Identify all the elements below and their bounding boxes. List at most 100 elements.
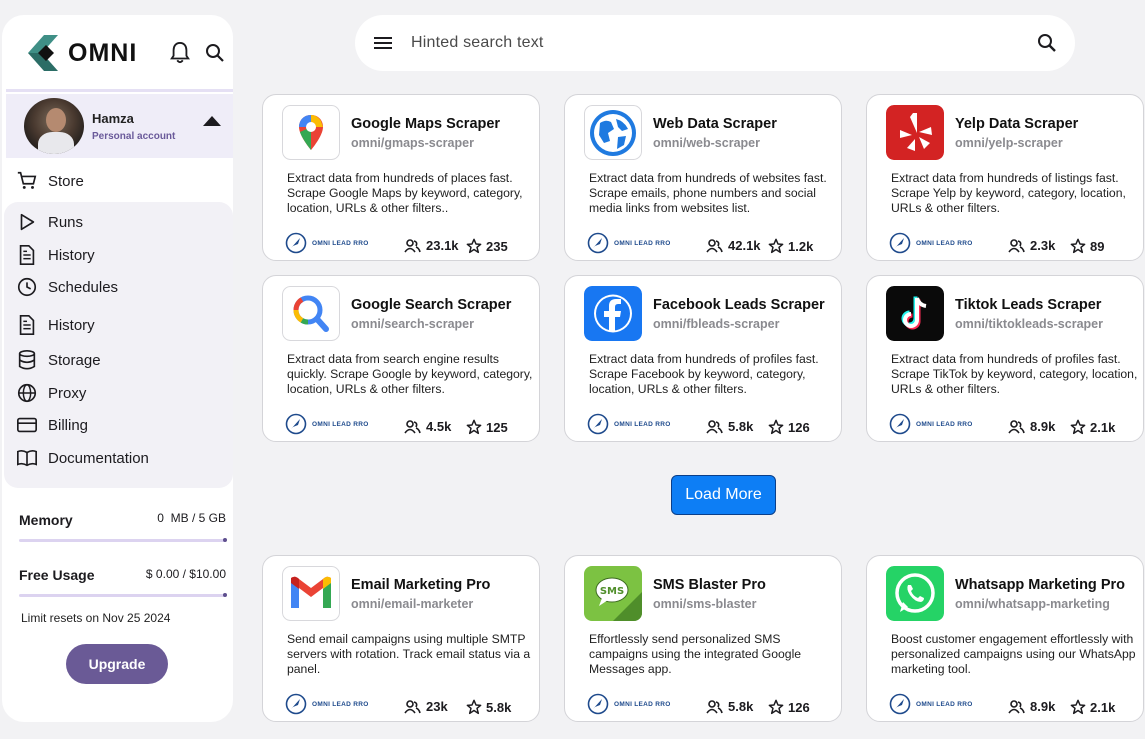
search-bar[interactable]: Hinted search text xyxy=(355,15,1075,71)
upgrade-button[interactable]: Upgrade xyxy=(66,644,168,684)
users-icon xyxy=(706,238,723,252)
scraper-card-fbleads-scraper[interactable]: Facebook Leads Scraper omni/fbleads-scra… xyxy=(564,275,842,442)
caret-up-icon[interactable] xyxy=(203,116,221,126)
sidebar-item-label: Storage xyxy=(48,351,101,369)
star-icon xyxy=(768,699,784,715)
users-count: 8.9k xyxy=(1008,419,1055,434)
rocket-badge-icon xyxy=(587,693,609,715)
stars-count: 89 xyxy=(1070,238,1104,254)
account-switcher[interactable]: Hamza Personal account xyxy=(6,94,233,158)
sidebar-item-label: Billing xyxy=(48,416,89,434)
sidebar-item-label: History xyxy=(48,316,95,334)
sidebar-item-label: History xyxy=(48,246,95,264)
brand-name: OMNI xyxy=(68,38,138,67)
memory-bar xyxy=(19,538,227,542)
badge-label: OMNI LEAD RRO xyxy=(916,700,973,708)
scraper-card-web-scraper[interactable]: Web Data Scraper omni/web-scraper Extrac… xyxy=(564,94,842,261)
card-title: Facebook Leads Scraper xyxy=(653,297,825,313)
card-slug: omni/search-scraper xyxy=(351,317,474,331)
rocket-badge-icon xyxy=(285,232,307,254)
badge-label: OMNI LEAD RRO xyxy=(312,420,369,428)
stars-value: 5.8k xyxy=(486,699,512,715)
yelp-icon xyxy=(886,105,944,160)
card-title: Google Maps Scraper xyxy=(351,116,501,132)
free-usage-label: Free Usage xyxy=(19,567,95,583)
scraper-card-gmaps-scraper[interactable]: Google Maps Scraper omni/gmaps-scraper E… xyxy=(262,94,540,261)
tiktok-icon xyxy=(886,286,944,341)
search-icon[interactable] xyxy=(1037,33,1057,53)
sidebar-item-store[interactable]: Store xyxy=(16,170,84,192)
divider xyxy=(6,89,233,92)
whatsapp-icon xyxy=(886,566,944,621)
rocket-badge-icon xyxy=(285,413,307,435)
card-title: Web Data Scraper xyxy=(653,116,777,132)
omni-lead-pro-badge: OMNI LEAD RRO xyxy=(285,413,369,435)
omni-lead-pro-badge: OMNI LEAD RRO xyxy=(285,693,369,715)
sidebar-item-label: Runs xyxy=(48,213,84,231)
card-description: Extract data from hundreds of places fas… xyxy=(287,171,523,215)
rocket-badge-icon xyxy=(587,413,609,435)
users-value: 2.3k xyxy=(1030,238,1056,253)
avatar xyxy=(24,98,84,154)
sidebar-item-label: Store xyxy=(48,172,84,190)
load-more-button[interactable]: Load More xyxy=(671,475,776,515)
card-title: Email Marketing Pro xyxy=(351,577,491,593)
free-usage-value: $ 0.00 / $10.00 xyxy=(145,567,226,581)
star-icon xyxy=(1070,419,1086,435)
users-count: 5.8k xyxy=(706,699,753,714)
sidebar-item-schedules[interactable]: Schedules xyxy=(16,276,118,298)
play-icon xyxy=(20,213,35,231)
stars-value: 126 xyxy=(788,699,810,715)
card-slug: omni/fbleads-scraper xyxy=(653,317,780,331)
search-icon[interactable] xyxy=(205,43,225,63)
badge-label: OMNI LEAD RRO xyxy=(916,239,973,247)
users-count: 8.9k xyxy=(1008,699,1055,714)
sidebar-item-history[interactable]: History xyxy=(16,244,95,266)
omni-lead-pro-badge: OMNI LEAD RRO xyxy=(587,232,671,254)
badge-label: OMNI LEAD RRO xyxy=(614,239,671,247)
rocket-badge-icon xyxy=(889,413,911,435)
database-icon xyxy=(18,350,36,370)
badge-label: OMNI LEAD RRO xyxy=(312,239,369,247)
sidebar-item-proxy[interactable]: Proxy xyxy=(16,382,86,404)
menu-icon[interactable] xyxy=(373,35,393,51)
users-count: 5.8k xyxy=(706,419,753,434)
scraper-card-yelp-scraper[interactable]: Yelp Data Scraper omni/yelp-scraper Extr… xyxy=(866,94,1144,261)
omni-logo-icon xyxy=(28,35,58,71)
omni-lead-pro-badge: OMNI LEAD RRO xyxy=(889,413,973,435)
stars-count: 2.1k xyxy=(1070,419,1115,435)
card-description: Extract data from hundreds of websites f… xyxy=(589,171,827,215)
users-value: 23.1k xyxy=(426,238,459,253)
scraper-card-whatsapp-marketing[interactable]: Whatsapp Marketing Pro omni/whatsapp-mar… xyxy=(866,555,1144,722)
sidebar-item-runs[interactable]: Runs xyxy=(16,211,83,233)
scraper-card-search-scraper[interactable]: Google Search Scraper omni/search-scrape… xyxy=(262,275,540,442)
users-count: 42.1k xyxy=(706,238,761,253)
sidebar-item-history-2[interactable]: History xyxy=(16,314,95,336)
brand-logo[interactable]: OMNI xyxy=(24,31,137,75)
sidebar-item-label: Documentation xyxy=(48,449,149,467)
search-input[interactable]: Hinted search text xyxy=(411,34,1037,52)
sidebar-item-billing[interactable]: Billing xyxy=(16,414,88,436)
scraper-card-email-marketer[interactable]: Email Marketing Pro omni/email-marketer … xyxy=(262,555,540,722)
badge-label: OMNI LEAD RRO xyxy=(916,420,973,428)
users-count: 23.1k xyxy=(404,238,459,253)
scraper-card-tiktokleads-scraper[interactable]: Tiktok Leads Scraper omni/tiktokleads-sc… xyxy=(866,275,1144,442)
scraper-card-sms-blaster[interactable]: SMS SMS Blaster Pro omni/sms-blaster Eff… xyxy=(564,555,842,722)
card-slug: omni/gmaps-scraper xyxy=(351,136,474,150)
card-slug: omni/whatsapp-marketing xyxy=(955,597,1110,611)
users-icon xyxy=(1008,238,1025,252)
sidebar-item-documentation[interactable]: Documentation xyxy=(16,447,149,469)
stars-value: 2.1k xyxy=(1090,699,1116,715)
stars-count: 126 xyxy=(768,699,810,715)
users-value: 5.8k xyxy=(728,699,754,714)
users-icon xyxy=(1008,699,1025,713)
users-value: 4.5k xyxy=(426,419,452,434)
stars-value: 89 xyxy=(1090,238,1105,254)
sidebar-item-storage[interactable]: Storage xyxy=(16,349,101,371)
bell-icon[interactable] xyxy=(169,41,191,65)
globe-icon xyxy=(584,105,642,160)
star-icon xyxy=(466,699,482,715)
users-value: 42.1k xyxy=(728,238,761,253)
users-icon xyxy=(404,419,421,433)
card-description: Extract data from search engine results … xyxy=(287,352,533,396)
